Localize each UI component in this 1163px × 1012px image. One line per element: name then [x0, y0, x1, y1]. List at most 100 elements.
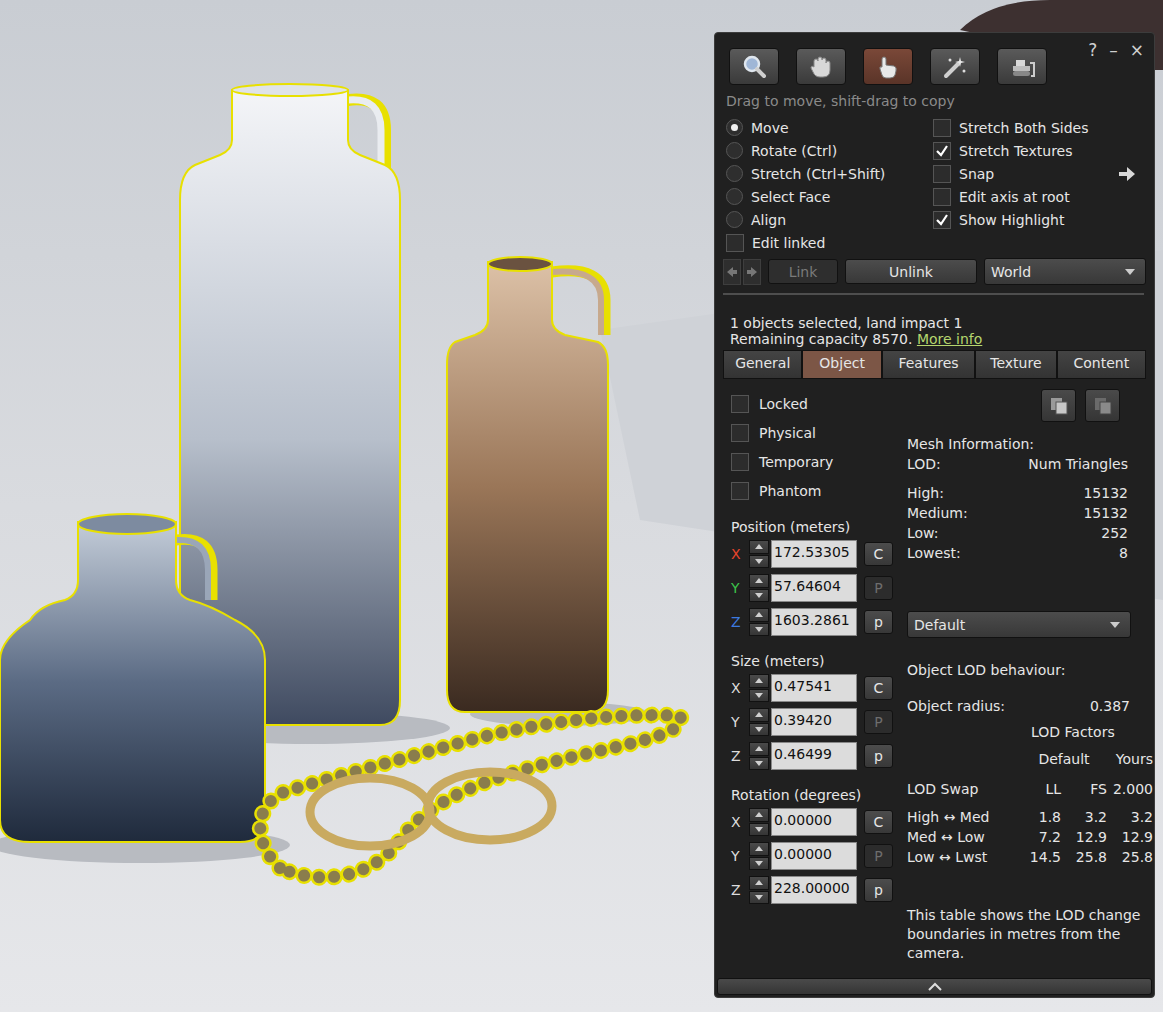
number-input[interactable]: 1603.2861	[771, 608, 857, 636]
mode-radio[interactable]: Rotate (Ctrl)	[726, 139, 933, 162]
window-control-button[interactable]: ×	[1130, 40, 1144, 60]
mesh-lod-row: Medium:15132	[907, 503, 1128, 523]
mesh-information: Mesh Information:LOD:Num TrianglesHigh:1…	[907, 434, 1148, 563]
copy-params-button[interactable]	[1041, 389, 1076, 422]
short-jug[interactable]	[0, 514, 265, 842]
edit-linked-checkbox[interactable]: Edit linked	[726, 231, 933, 254]
link-button[interactable]: Unlink	[845, 259, 977, 284]
spinner[interactable]	[749, 742, 769, 770]
number-input[interactable]: 57.64604	[771, 574, 857, 602]
copy-paste-button[interactable]: P	[864, 576, 893, 600]
collapse-button[interactable]	[717, 978, 1152, 995]
grab-hand-icon	[808, 54, 834, 80]
copy-paste-button[interactable]: p	[864, 744, 893, 768]
mesh-lod-row: High:15132	[907, 483, 1128, 503]
build-floater[interactable]: ?–×Drag to move, shift-drag to copyMoveR…	[714, 32, 1155, 998]
transform-field: X0.00000C	[731, 805, 895, 839]
more-info-link[interactable]: More info	[917, 331, 982, 347]
copy-icon	[1049, 396, 1069, 416]
spinner[interactable]	[749, 808, 769, 836]
number-input[interactable]: 0.00000	[771, 808, 857, 836]
ruler-dropdown[interactable]: World	[984, 258, 1146, 285]
link-button[interactable]: Link	[768, 259, 838, 284]
select-arrows	[723, 259, 761, 285]
tool-button[interactable]	[930, 48, 980, 85]
tab[interactable]: Content	[1057, 350, 1146, 379]
lod-table: DefaultYoursLOD SwapLLFS2.000High ↔ Med1…	[907, 750, 1148, 866]
checkbox-icon	[731, 482, 749, 500]
copy-paste-button[interactable]: C	[864, 810, 893, 834]
radio-icon	[726, 119, 743, 136]
number-input[interactable]: 228.00000	[771, 876, 857, 904]
copy-paste-button[interactable]: p	[864, 878, 893, 902]
lod-note: This table shows the LOD change boundari…	[907, 906, 1143, 963]
window-control-button[interactable]: –	[1109, 40, 1118, 60]
checkbox-icon	[933, 211, 951, 229]
tab[interactable]: Texture	[975, 350, 1056, 379]
mode-radio[interactable]: Move	[726, 116, 933, 139]
copy-paste-params	[907, 389, 1148, 422]
copy-paste-button[interactable]: C	[864, 676, 893, 700]
spinner[interactable]	[749, 674, 769, 702]
spinner[interactable]	[749, 574, 769, 602]
copy-paste-button[interactable]: p	[864, 610, 893, 634]
axis-label: Z	[731, 614, 747, 630]
transform-field: Y 0.39420 P	[731, 705, 895, 739]
flag-checkbox[interactable]: Physical	[731, 418, 895, 447]
tab[interactable]: Object	[802, 350, 881, 379]
checkbox-icon	[933, 188, 951, 206]
previous-button[interactable]	[723, 259, 741, 285]
group-title: Rotation (degrees)	[731, 787, 895, 805]
radio-icon	[726, 142, 743, 159]
tab[interactable]: General	[723, 350, 802, 379]
option-checkbox[interactable]: Snap	[933, 162, 1144, 185]
transform-field: Y0.00000P	[731, 839, 895, 873]
lod-behaviour: Object LOD behaviour:Object radius:0.387…	[907, 662, 1148, 963]
right-arrow-icon	[746, 266, 758, 278]
option-checkbox[interactable]: Edit axis at root	[933, 185, 1144, 208]
tool-button[interactable]	[997, 48, 1047, 85]
option-checkbox[interactable]: Show Highlight	[933, 208, 1144, 231]
chevron-up-icon	[928, 982, 942, 991]
brown-jug[interactable]	[447, 257, 608, 712]
spinner[interactable]	[749, 842, 769, 870]
copy-paste-button[interactable]: C	[864, 542, 893, 566]
flag-checkbox[interactable]: Phantom	[731, 476, 895, 505]
radio-icon	[726, 188, 743, 205]
next-button[interactable]	[743, 259, 761, 285]
flag-checkbox[interactable]: Locked	[731, 389, 895, 418]
bulldozer-icon	[1008, 54, 1036, 80]
spinner[interactable]	[749, 876, 769, 904]
number-input[interactable]: 0.00000	[771, 842, 857, 870]
mode-radio[interactable]: Align	[726, 208, 933, 231]
right-arrow-icon[interactable]	[1118, 166, 1136, 182]
number-input[interactable]: 172.53305	[771, 540, 857, 568]
bead-necklace[interactable]	[260, 715, 681, 877]
number-input[interactable]: 0.46499	[771, 742, 857, 770]
tool-button[interactable]	[796, 48, 846, 85]
mode-radio[interactable]: Select Face	[726, 185, 933, 208]
axis-label: Y	[731, 714, 747, 730]
tab[interactable]: Features	[882, 350, 975, 379]
copy-paste-button[interactable]: P	[864, 710, 893, 734]
option-checkbox[interactable]: Stretch Textures	[933, 139, 1144, 162]
tool-button[interactable]	[729, 48, 779, 85]
paste-params-button[interactable]	[1085, 389, 1120, 422]
transform-field: Y57.64604P	[731, 571, 895, 605]
number-input[interactable]: 0.47541	[771, 674, 857, 702]
number-input[interactable]: 0.39420	[771, 708, 857, 736]
pointer-hand-icon	[875, 54, 901, 80]
flag-checkbox[interactable]: Temporary	[731, 447, 895, 476]
window-control-button[interactable]: ?	[1088, 40, 1097, 60]
spinner[interactable]	[749, 540, 769, 568]
spinner[interactable]	[749, 708, 769, 736]
transform-field: Z 1603.2861 p	[731, 605, 895, 639]
spinner[interactable]	[749, 608, 769, 636]
mode-radio[interactable]: Stretch (Ctrl+Shift)	[726, 162, 933, 185]
transform-field: X172.53305C	[731, 537, 895, 571]
lod-dropdown[interactable]: Default	[907, 611, 1131, 638]
copy-paste-button[interactable]: P	[864, 844, 893, 868]
option-checkbox[interactable]: Stretch Both Sides	[933, 116, 1144, 139]
tool-button[interactable]	[863, 48, 913, 85]
checkbox-icon	[933, 165, 951, 183]
